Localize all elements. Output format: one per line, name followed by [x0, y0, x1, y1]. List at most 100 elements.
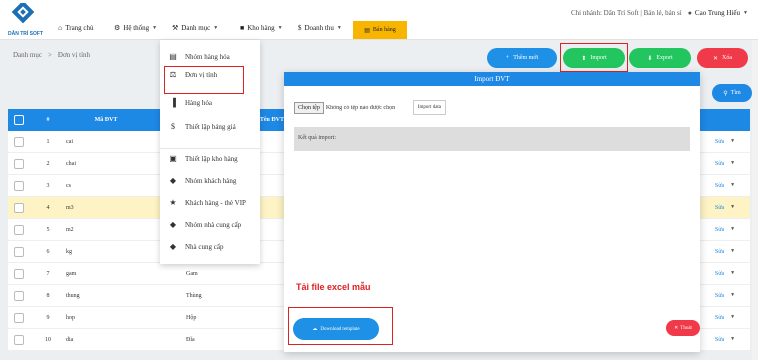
- add-button[interactable]: + Thêm mới: [487, 48, 557, 68]
- edit-link[interactable]: Sửa: [715, 139, 724, 145]
- row-code: cs: [66, 182, 71, 189]
- caret-down-icon[interactable]: ▼: [730, 183, 735, 188]
- row-number: 10: [45, 336, 51, 343]
- top-bar: DÂN TRÍ SOFT ⌂ Trang chủ ⚙ Hệ thống ▼ ⚒ …: [0, 0, 758, 40]
- row-action: Sửa ▼: [700, 197, 750, 219]
- export-button[interactable]: ⬇ Export: [629, 48, 691, 68]
- nav-warehouse-label: Kho hàng: [247, 24, 275, 32]
- row-code: thung: [66, 292, 80, 299]
- row-checkbox[interactable]: [14, 290, 24, 301]
- row-checkbox[interactable]: [14, 202, 24, 213]
- row-code: hop: [66, 314, 75, 321]
- tag-icon: ◆: [169, 176, 177, 185]
- caret-down-icon[interactable]: ▼: [730, 293, 735, 298]
- edit-link[interactable]: Sửa: [715, 205, 724, 211]
- caret-down-icon[interactable]: ▼: [730, 315, 735, 320]
- delete-button[interactable]: ✕ Xóa: [697, 48, 748, 68]
- row-code: gam: [66, 270, 77, 277]
- row-number: 8: [46, 292, 50, 299]
- breadcrumb-root[interactable]: Danh mục: [13, 51, 42, 59]
- caret-down-icon[interactable]: ▼: [730, 271, 735, 276]
- home-icon: ⌂: [58, 24, 63, 32]
- import-result: Kết quả import:: [294, 127, 690, 151]
- dropdown-item-label: Nhóm hàng hóa: [185, 52, 230, 61]
- row-checkbox[interactable]: [14, 334, 24, 345]
- caret-down-icon[interactable]: ▼: [730, 161, 735, 166]
- user-name: Cao Trung Hiếu: [694, 9, 741, 17]
- edit-link[interactable]: Sửa: [715, 315, 724, 321]
- nav-category-label: Danh mục: [181, 24, 211, 32]
- search-button[interactable]: ⚲ Tìm: [712, 84, 752, 102]
- select-all-checkbox[interactable]: [14, 115, 24, 125]
- close-modal-button[interactable]: ✕ Thoát: [666, 320, 700, 336]
- close-icon: ✕: [674, 326, 679, 331]
- choose-file-button[interactable]: Chọn tệp: [294, 101, 324, 114]
- dropdown-item-label: Thiết lập bảng giá: [185, 122, 236, 131]
- edit-link[interactable]: Sửa: [715, 249, 724, 255]
- dropdown-item[interactable]: ★ Khách hàng - thẻ VIP: [168, 198, 246, 207]
- row-code: chai: [66, 160, 76, 167]
- edit-link[interactable]: Sửa: [715, 161, 724, 167]
- dropdown-item-label: Hàng hóa: [185, 98, 213, 107]
- dropdown-item[interactable]: ▤ Nhóm hàng hóa: [168, 52, 230, 61]
- caret-down-icon[interactable]: ▼: [730, 227, 735, 232]
- caret-down-icon[interactable]: ▼: [730, 249, 735, 254]
- row-code: dia: [66, 336, 74, 343]
- nav-system[interactable]: ⚙ Hệ thống ▼: [114, 24, 157, 32]
- add-button-label: Thêm mới: [513, 55, 539, 61]
- table-row[interactable]: 8 thung Thùng: [8, 285, 284, 307]
- breadcrumb-separator: >: [47, 51, 52, 59]
- caret-down-icon: ▼: [743, 10, 748, 16]
- dropdown-item[interactable]: $ Thiết lập bảng giá: [168, 122, 236, 131]
- edit-link[interactable]: Sửa: [715, 337, 724, 343]
- sales-button[interactable]: ▤ Bán hàng: [353, 21, 407, 39]
- nav-warehouse[interactable]: ■ Kho hàng ▼: [240, 24, 283, 32]
- row-checkbox[interactable]: [14, 180, 24, 191]
- dropdown-item[interactable]: ◆ Nhà cung cấp: [168, 242, 224, 251]
- row-checkbox[interactable]: [14, 158, 24, 169]
- edit-link[interactable]: Sửa: [715, 271, 724, 277]
- wrench-icon: ⚒: [172, 24, 179, 32]
- dropdown-item[interactable]: ◆ Nhóm khách hàng: [168, 176, 236, 185]
- table-row[interactable]: 9 hop Hộp: [8, 307, 284, 329]
- edit-link[interactable]: Sửa: [715, 293, 724, 299]
- file-picker: Chọn tệp Không có tệp nào được chọn Impo…: [294, 100, 447, 115]
- edit-link[interactable]: Sửa: [715, 183, 724, 189]
- nav-revenue[interactable]: $ Doanh thu ▼: [298, 24, 342, 32]
- table-row[interactable]: 7 gam Gam: [8, 263, 284, 285]
- row-action: Sửa ▼: [700, 131, 750, 153]
- walk-icon: ★: [169, 198, 177, 207]
- dropdown-item[interactable]: ▣ Thiết lập kho hàng: [168, 154, 237, 163]
- table-row[interactable]: 10 dia Đĩa: [8, 329, 284, 351]
- page-scrollbar[interactable]: [752, 40, 758, 360]
- close-modal-label: Thoát: [680, 325, 692, 331]
- dropdown-item[interactable]: ◆ Nhóm nhà cung cấp: [168, 220, 241, 229]
- breadcrumb: Danh mục > Đơn vị tính: [13, 51, 90, 59]
- user-menu[interactable]: ● Cao Trung Hiếu ▼: [688, 9, 748, 17]
- search-icon: ⚲: [723, 90, 728, 97]
- caret-down-icon[interactable]: ▼: [730, 337, 735, 342]
- user-icon: ●: [687, 9, 692, 17]
- row-checkbox[interactable]: [14, 136, 24, 147]
- close-icon: ✕: [712, 55, 719, 62]
- nav-home[interactable]: ⌂ Trang chủ: [58, 24, 94, 32]
- row-checkbox[interactable]: [14, 224, 24, 235]
- row-action: Sửa ▼: [700, 241, 750, 263]
- edit-link[interactable]: Sửa: [715, 227, 724, 233]
- dropdown-item-label: Khách hàng - thẻ VIP: [185, 198, 246, 207]
- caret-down-icon[interactable]: ▼: [730, 205, 735, 210]
- row-number: 3: [46, 182, 50, 189]
- row-checkbox[interactable]: [14, 268, 24, 279]
- actions-header: [700, 109, 750, 131]
- dropdown-item-label: Nhóm khách hàng: [185, 176, 237, 185]
- nav-category[interactable]: ⚒ Danh mục ▼: [172, 24, 218, 32]
- caret-down-icon[interactable]: ▼: [730, 139, 735, 144]
- logo[interactable]: DÂN TRÍ SOFT: [6, 0, 43, 37]
- caret-down-icon: ▼: [336, 25, 342, 31]
- import-data-button[interactable]: Import data: [412, 100, 447, 115]
- row-number: 1: [46, 138, 50, 145]
- row-code: kg: [66, 248, 72, 255]
- row-checkbox[interactable]: [14, 246, 24, 257]
- row-checkbox[interactable]: [14, 312, 24, 323]
- dropdown-item[interactable]: ▐ Hàng hóa: [168, 98, 212, 107]
